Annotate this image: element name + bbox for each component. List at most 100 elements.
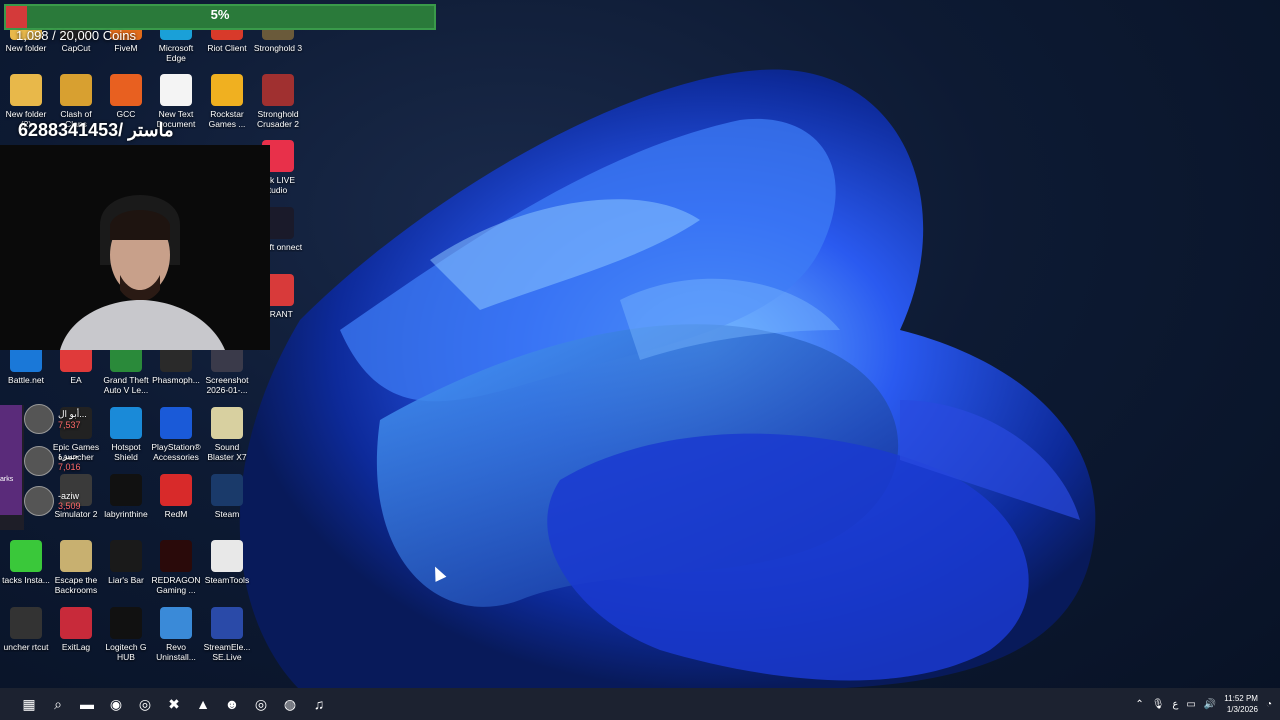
gcc-icon bbox=[110, 74, 142, 106]
desktop-icon-label: Sound Blaster X7 Control ... bbox=[207, 442, 247, 462]
desktop-icon[interactable]: Revo Uninstall... bbox=[150, 607, 202, 662]
chat-entry-name: -aziw bbox=[58, 491, 80, 501]
app2-icon[interactable]: ▲ bbox=[189, 690, 217, 718]
app-icon[interactable]: ✖ bbox=[160, 690, 188, 718]
desktop-icon-label: labyrinthine bbox=[104, 509, 148, 519]
desktop-icon-label: FiveM bbox=[114, 43, 138, 53]
launcher-icon bbox=[10, 607, 42, 639]
chat-entry: -aziw 3,509 bbox=[24, 486, 81, 516]
streamer-silhouette bbox=[0, 145, 270, 350]
discord-icon[interactable]: ☻ bbox=[218, 690, 246, 718]
desktop-icon-label: Microsoft Edge bbox=[158, 43, 194, 63]
taskbar-buttons: ▦ ⌕ ▬ ◉ ◎ ✖ ▲ ☻ ◎ ◍ ♫ bbox=[14, 690, 333, 718]
desktop-icon-label: PlayStation® Accessories bbox=[151, 442, 201, 462]
revo-icon bbox=[160, 607, 192, 639]
hotspot-icon bbox=[110, 407, 142, 439]
file-explorer-icon[interactable]: ▬ bbox=[73, 690, 101, 718]
desktop-icon-label: REDRAGON Gaming ... bbox=[151, 575, 201, 595]
chat-entry-score: 7,537 bbox=[58, 419, 81, 430]
desktop-icon[interactable]: Stronghold Crusader 2 bbox=[252, 74, 304, 129]
stronghold-crusader-icon bbox=[262, 74, 294, 106]
desktop-icon[interactable]: PlayStation® Accessories bbox=[150, 407, 202, 462]
search-icon[interactable]: ⌕ bbox=[44, 690, 72, 718]
avatar bbox=[24, 486, 54, 516]
redm-icon bbox=[160, 474, 192, 506]
steam-icon bbox=[211, 474, 243, 506]
desktop-icon[interactable]: Hotspot Shield bbox=[100, 407, 152, 462]
desktop-icon-label: EA bbox=[70, 375, 82, 385]
desktop-icon[interactable]: GCC bbox=[100, 74, 152, 119]
network-icon[interactable]: ▭ bbox=[1186, 699, 1195, 710]
desktop-icon[interactable]: ExitLag bbox=[50, 607, 102, 652]
logitech-icon bbox=[110, 607, 142, 639]
desktop-icon-label: Rockstar Games ... bbox=[208, 109, 246, 129]
spotify-icon[interactable]: ♫ bbox=[305, 690, 333, 718]
chrome-icon[interactable]: ◉ bbox=[102, 690, 130, 718]
desktop-icon[interactable]: Sound Blaster X7 Control ... bbox=[201, 407, 253, 462]
rockstar-icon bbox=[211, 74, 243, 106]
chevron-up-icon[interactable]: ⌃ bbox=[1135, 699, 1143, 710]
avatar bbox=[24, 446, 54, 476]
exitlag-icon bbox=[60, 607, 92, 639]
desktop-icon-label: Riot Client bbox=[207, 43, 247, 53]
desktop-icon[interactable]: labyrinthine bbox=[100, 474, 152, 519]
clock-date: 1/3/2026 bbox=[1226, 705, 1258, 714]
desktop-icon-label: uncher rtcut bbox=[3, 642, 49, 652]
donation-goal-coins: 1,098 / 20,000 Coins bbox=[16, 28, 136, 43]
taskbar: ▦ ⌕ ▬ ◉ ◎ ✖ ▲ ☻ ◎ ◍ ♫ ⌃ 🎙 ع ▭ 🔊 11:52 PM 1/3/2026 … bbox=[0, 688, 1280, 720]
start-icon[interactable]: ▦ bbox=[15, 690, 43, 718]
desktop-icon[interactable]: Rockstar Games ... bbox=[201, 74, 253, 129]
desktop-icon[interactable]: Liar's Bar bbox=[100, 540, 152, 585]
desktop-icon[interactable]: RedM bbox=[150, 474, 202, 519]
steam-icon[interactable]: ◎ bbox=[131, 690, 159, 718]
microphone-icon[interactable]: 🎙 bbox=[1152, 699, 1165, 710]
desktop-icon-label: Steam bbox=[214, 509, 240, 519]
desktop-icon[interactable]: uncher rtcut bbox=[0, 607, 52, 652]
desktop-icon[interactable]: tacks Insta... bbox=[0, 540, 52, 585]
webcam-overlay bbox=[0, 145, 270, 350]
chat-entry-name: أبو ال... bbox=[58, 408, 87, 419]
volume-icon[interactable]: 🔊 bbox=[1204, 699, 1216, 710]
desktop-icon-label: StreamEle... SE.Live bbox=[203, 642, 251, 662]
desktop-icon[interactable]: REDRAGON Gaming ... bbox=[150, 540, 202, 595]
desktop-icon[interactable]: SteamTools bbox=[201, 540, 253, 585]
obs-icon[interactable]: ◍ bbox=[276, 690, 304, 718]
liarsbar-icon bbox=[110, 540, 142, 572]
desktop-icon-label: SteamTools bbox=[204, 575, 250, 585]
desktop-icon-label: RedM bbox=[164, 509, 188, 519]
language-indicator[interactable]: ع bbox=[1172, 699, 1178, 710]
desktop-icon[interactable]: Escape the Backrooms bbox=[50, 540, 102, 595]
desktop-icon[interactable]: Steam bbox=[201, 474, 253, 519]
steamtools-icon bbox=[211, 540, 243, 572]
left-strip-label: arks bbox=[0, 476, 14, 483]
avatar bbox=[24, 404, 54, 434]
folder-icon bbox=[10, 74, 42, 106]
redragon-icon bbox=[160, 540, 192, 572]
desktop-icon-label: Battle.net bbox=[8, 375, 44, 385]
desktop-icon-label: Revo Uninstall... bbox=[156, 642, 196, 662]
chat-sidebar-accent bbox=[0, 405, 22, 515]
desktop-icon-label: Stronghold 3 bbox=[253, 43, 303, 53]
desktop-icon-label: Logitech G HUB bbox=[105, 642, 147, 662]
steam2-icon[interactable]: ◎ bbox=[247, 690, 275, 718]
desktop-icon[interactable]: Logitech G HUB bbox=[100, 607, 152, 662]
donation-goal-percent: 5% bbox=[210, 7, 230, 22]
chat-entry-score: 7,016 bbox=[58, 461, 81, 472]
backrooms-icon bbox=[60, 540, 92, 572]
desktop-icon-label: Hotspot Shield bbox=[111, 442, 141, 462]
desktop-icon-label: CapCut bbox=[61, 43, 91, 53]
desktop-icon-label: Screenshot 2026-01-... bbox=[205, 375, 249, 395]
desktop-icon-label: Liar's Bar bbox=[108, 575, 144, 585]
chat-entry: حمزة 7,016 bbox=[24, 446, 81, 476]
chat-entry-score: 3,509 bbox=[58, 501, 81, 511]
desktop-icon-label: ExitLag bbox=[61, 642, 91, 652]
notification-icon[interactable]: ◔ bbox=[1266, 699, 1272, 710]
desktop-icon[interactable]: StreamEle... SE.Live bbox=[201, 607, 253, 662]
streamelements-icon bbox=[211, 607, 243, 639]
soundblaster-icon bbox=[211, 407, 243, 439]
donation-goal-bar: 5% bbox=[4, 4, 436, 30]
labyrinthine-icon bbox=[110, 474, 142, 506]
desktop-icon-label: New folder bbox=[5, 43, 47, 53]
clock[interactable]: 11:52 PM 1/3/2026 bbox=[1224, 693, 1258, 715]
chat-entry: أبو ال... 7,537 bbox=[24, 404, 87, 434]
